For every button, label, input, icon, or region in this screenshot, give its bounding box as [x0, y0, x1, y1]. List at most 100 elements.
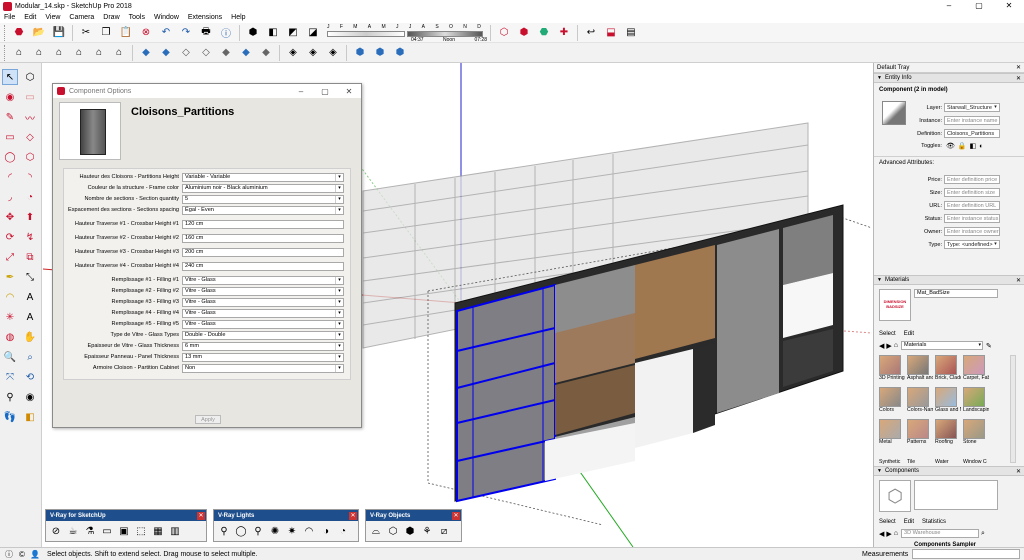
model-info-icon[interactable]: ⓘ [218, 25, 234, 41]
cut-icon[interactable]: ✂ [78, 25, 94, 41]
style-icon[interactable]: ◧ [265, 25, 281, 41]
vray-lights-title[interactable]: V-Ray Lights ✕ [214, 510, 358, 521]
menu-extensions[interactable]: Extensions [188, 14, 222, 21]
three-point-arc-icon[interactable]: ◞ [2, 189, 18, 205]
fur-icon[interactable]: ⚘ [420, 524, 434, 538]
measurements-input[interactable] [912, 549, 1020, 559]
owner-input[interactable]: Enter instance owner [944, 227, 1000, 236]
select-tool-icon[interactable]: ↖ [2, 69, 18, 85]
vray-asset-editor-icon[interactable]: ⚗ [83, 524, 97, 538]
paint-bucket-icon[interactable]: ◉ [2, 89, 18, 105]
forward-icon[interactable]: ▶ [886, 342, 891, 350]
share-model-icon[interactable]: ⬣ [536, 25, 552, 41]
material-tile[interactable]: Colors-Name [907, 387, 933, 417]
print-icon[interactable]: 🖶 [198, 25, 214, 41]
zoom-extents-icon[interactable]: ⤧ [2, 369, 18, 385]
rect-light-icon[interactable]: ⚲ [217, 524, 231, 538]
mesh-light-icon[interactable]: ◑ [319, 524, 333, 538]
material-tile[interactable]: Asphalt and [907, 355, 933, 385]
menu-camera[interactable]: Camera [69, 14, 94, 21]
rotate-tool-icon[interactable]: ⟳ [2, 229, 18, 245]
3d-text-icon[interactable]: A [22, 309, 38, 325]
materials-edit-tab[interactable]: Edit [904, 331, 914, 337]
spot-light-icon[interactable]: ⚲ [251, 524, 265, 538]
option-select[interactable]: Vitre - Glass ▾ [182, 286, 344, 296]
move-tool-icon[interactable]: ✥ [2, 209, 18, 225]
two-point-arc-icon[interactable]: ◝ [22, 169, 38, 185]
material-tile[interactable]: Colors [879, 387, 903, 417]
menu-tools[interactable]: Tools [129, 14, 145, 21]
tape-measure-icon[interactable]: ✒ [2, 269, 18, 285]
option-input[interactable]: 120 cm [182, 219, 344, 229]
forward-icon[interactable]: ▶ [886, 530, 891, 538]
price-input[interactable]: Enter definition price [944, 175, 1000, 184]
option-select[interactable]: Aluminium noir - Black aluminium ▾ [182, 183, 344, 193]
option-select[interactable]: Vitre - Glass ▾ [182, 308, 344, 318]
status-input[interactable]: Enter instance status [944, 214, 1000, 223]
warehouse-icon[interactable]: ⬡ [496, 25, 512, 41]
zoom-tool-icon[interactable]: 🔍 [2, 349, 18, 365]
url-input[interactable]: Enter definition URL [944, 201, 1000, 210]
material-tile[interactable]: Roofing [935, 419, 959, 449]
tray-close-icon[interactable]: ✕ [1016, 64, 1024, 71]
line-tool-icon[interactable]: ✎ [2, 109, 18, 125]
material-tile[interactable]: Tile [907, 451, 931, 466]
circle-tool-icon[interactable]: ◯ [2, 149, 18, 165]
vray-cloud-icon[interactable]: ▣ [117, 524, 131, 538]
material-tile[interactable]: Water [935, 451, 959, 466]
option-select[interactable]: Double - Double ▾ [182, 330, 344, 340]
size-input[interactable]: Enter definition size [944, 188, 1000, 197]
new-file-icon[interactable]: ⬣ [11, 25, 27, 41]
option-input[interactable]: 160 cm [182, 233, 344, 243]
offset-tool-icon[interactable]: ⧉ [22, 249, 38, 265]
option-input[interactable]: 240 cm [182, 261, 344, 271]
back-view-icon[interactable]: ⌂ [91, 45, 107, 61]
material-tile[interactable]: Stone [963, 419, 987, 449]
dialog-minimize-icon[interactable]: – [289, 87, 313, 96]
back-edges-icon[interactable]: ◆ [158, 45, 174, 61]
option-select[interactable]: Vitre - Glass ▾ [182, 297, 344, 307]
materials-header[interactable]: ▼ Materials ✕ [874, 275, 1024, 285]
proxy-import-icon[interactable]: ⬢ [403, 524, 417, 538]
lock-icon[interactable]: 🔒 [958, 142, 967, 150]
dialog-maximize-icon[interactable]: ▢ [313, 87, 337, 96]
material-tile[interactable]: Brick, Cladd [935, 355, 961, 385]
vray-region-icon[interactable]: ⬚ [134, 524, 148, 538]
shaded-icon[interactable]: ◆ [218, 45, 234, 61]
polygon-tool-icon[interactable]: ⬡ [22, 149, 38, 165]
open-folder-icon[interactable]: 📂 [31, 25, 47, 41]
freehand-tool-icon[interactable]: 〰 [22, 109, 38, 125]
vray-help-icon[interactable]: ▥ [168, 524, 182, 538]
layer-select[interactable]: Starwall_Structure ▾ [944, 103, 1000, 112]
menu-file[interactable]: File [4, 14, 15, 21]
make-component-icon[interactable]: ⬡ [22, 69, 38, 85]
proxy-export-icon[interactable]: ⬡ [386, 524, 400, 538]
components-header[interactable]: ▼ Components ✕ [874, 466, 1024, 476]
material-tile[interactable]: Landscaping [963, 387, 989, 417]
vray-frame-buffer-icon[interactable]: ▭ [100, 524, 114, 538]
material-tile[interactable]: Window Cov [963, 451, 987, 466]
materials-select-tab[interactable]: Select [879, 331, 896, 337]
material-name-input[interactable]: Mat_BadSize [914, 289, 998, 298]
apply-button[interactable]: Apply [195, 415, 221, 424]
back-icon[interactable]: ◀ [879, 530, 884, 538]
arc-tool-icon[interactable]: ◜ [2, 169, 18, 185]
close-icon[interactable]: ✕ [994, 0, 1024, 12]
option-select[interactable]: Vitre - Glass ▾ [182, 275, 344, 285]
front-view-icon[interactable]: ⌂ [51, 45, 67, 61]
option-select[interactable]: Variable - Variable ▾ [182, 172, 344, 182]
credits-icon[interactable]: © [17, 549, 27, 559]
dynamic-component-options-icon[interactable]: ⬢ [372, 45, 388, 61]
rotated-rectangle-icon[interactable]: ◇ [22, 129, 38, 145]
xray-icon[interactable]: ◆ [138, 45, 154, 61]
option-select[interactable]: Égal - Even ▾ [182, 205, 344, 215]
iso-view-icon[interactable]: ⌂ [11, 45, 27, 61]
search-icon[interactable]: ⌕ [981, 530, 985, 538]
option-select[interactable]: Vitre - Glass ▾ [182, 319, 344, 329]
undo-icon[interactable]: ↶ [158, 25, 174, 41]
scale-tool-icon[interactable]: ⤢ [2, 249, 18, 265]
rectangle-tool-icon[interactable]: ▭ [2, 129, 18, 145]
vray-objects-title[interactable]: V-Ray Objects ✕ [366, 510, 461, 521]
visibility-icon[interactable]: 👁 [946, 142, 955, 150]
date-slider[interactable] [327, 30, 405, 37]
